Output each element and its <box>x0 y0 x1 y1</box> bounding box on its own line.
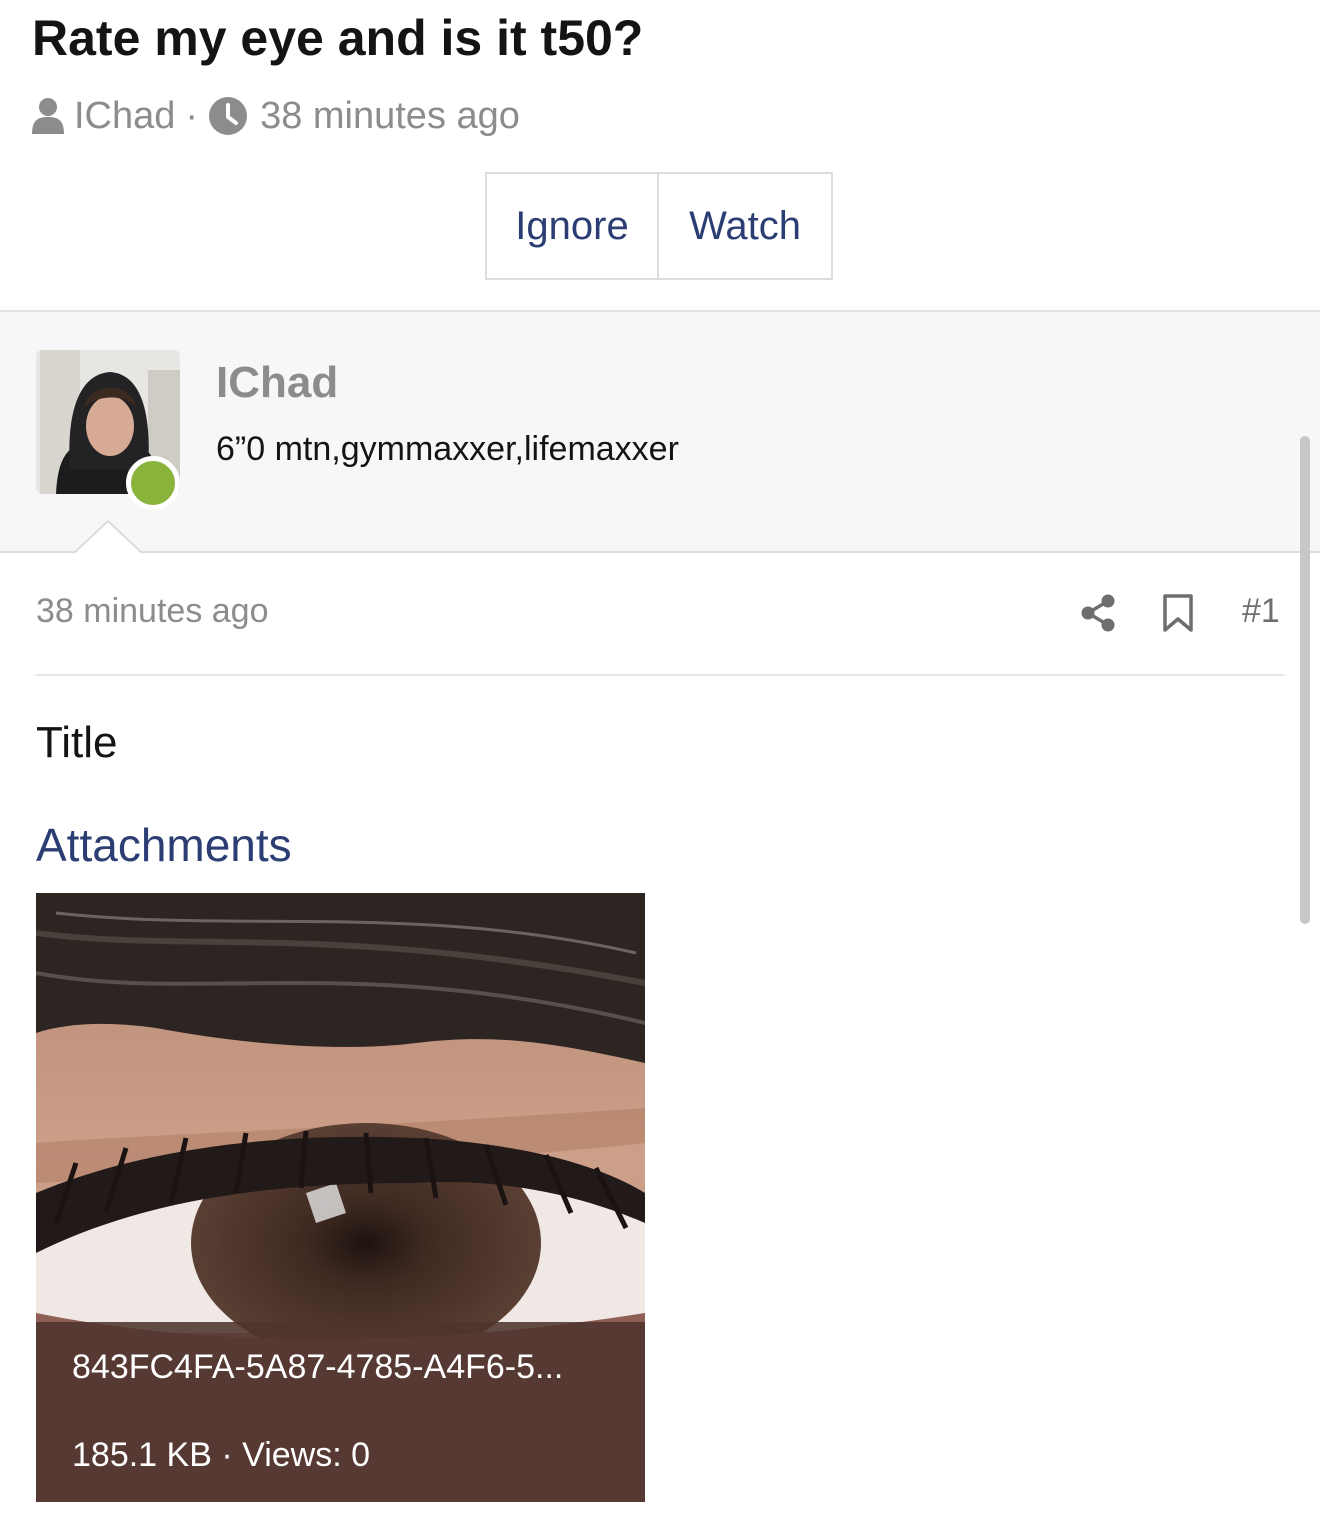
message-divider <box>36 674 1284 676</box>
online-status-indicator <box>126 456 180 510</box>
post-number-link[interactable]: #1 <box>1242 592 1280 631</box>
thread-actions: Ignore Watch <box>485 172 833 280</box>
thread-title: Rate my eye and is it t50? <box>32 10 644 66</box>
message-date[interactable]: 38 minutes ago <box>36 592 269 631</box>
message-body: Title <box>36 718 118 767</box>
attachment-views: Views: 0 <box>242 1436 371 1474</box>
clock-icon <box>209 97 248 135</box>
vertical-scrollbar[interactable] <box>1300 436 1310 924</box>
bookmark-icon[interactable] <box>1162 594 1194 632</box>
thread-time[interactable]: 38 minutes ago <box>260 95 520 138</box>
meta-separator: · <box>221 1436 233 1474</box>
attachments-heading: Attachments <box>36 819 292 871</box>
attachment-meta: 185.1 KB · Views: 0 <box>72 1436 370 1475</box>
watch-button[interactable]: Watch <box>659 174 831 278</box>
attachment-thumbnail[interactable]: 843FC4FA-5A87-4785-A4F6-5... 185.1 KB · … <box>36 893 645 1502</box>
user-icon <box>32 98 64 134</box>
attachment-size: 185.1 KB <box>72 1436 212 1474</box>
ignore-button[interactable]: Ignore <box>487 174 659 278</box>
attachment-caption: 843FC4FA-5A87-4785-A4F6-5... 185.1 KB · … <box>36 1322 645 1502</box>
meta-separator: · <box>185 94 199 137</box>
message-user-block: IChad 6”0 mtn,gymmaxxer,lifemaxxer <box>0 310 1320 553</box>
share-icon[interactable] <box>1080 594 1116 632</box>
user-block-arrow <box>74 519 142 554</box>
attachment-filename[interactable]: 843FC4FA-5A87-4785-A4F6-5... <box>72 1348 563 1387</box>
thread-meta: IChad · 38 minutes ago <box>30 92 520 140</box>
thread-author-link[interactable]: IChad <box>74 95 175 138</box>
user-name-link[interactable]: IChad <box>216 358 338 408</box>
user-title: 6”0 mtn,gymmaxxer,lifemaxxer <box>216 430 679 468</box>
